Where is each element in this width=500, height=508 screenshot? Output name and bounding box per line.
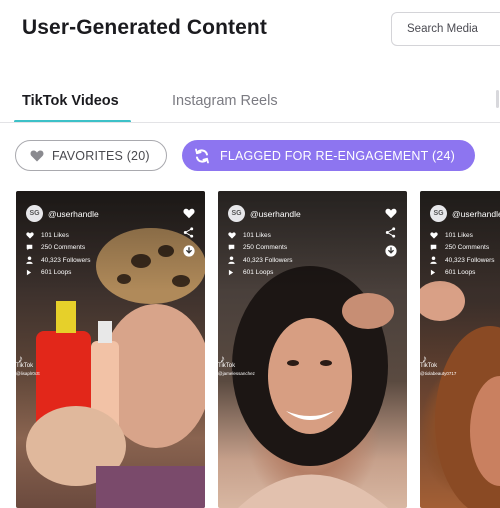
tab-instagram-reels[interactable]: Instagram Reels [172,93,278,109]
user-handle: @userhandle [452,209,500,219]
refresh-icon [194,148,210,164]
user-handle: @userhandle [48,209,99,219]
comments-stat: 250 Comments [430,242,495,255]
followers-stat: 40,323 Followers [26,254,91,267]
comment-icon [228,244,237,251]
heart-icon [26,232,35,239]
followers-stat: 40,323 Followers [228,254,293,267]
source-handle: @tiolabeauty0717 [420,371,457,376]
tiktok-icon: ♪ [220,354,225,365]
tiktok-watermark: ♪ TikTok @lisaplr0ctt [16,354,40,378]
tiktok-icon: ♪ [422,354,427,365]
loops-stat: 601 Loops [430,267,495,280]
user-icon [26,256,35,265]
platform-name: TikTok [218,363,236,369]
tab-scroll-edge [496,90,499,108]
flagged-filter-button[interactable]: FLAGGED FOR RE-ENGAGEMENT (24) [182,140,475,171]
user-icon [430,256,439,265]
favorites-filter-button[interactable]: FAVORITES (20) [15,140,167,171]
avatar: SG [430,205,447,222]
avatar: SG [228,205,245,222]
tiktok-watermark: ♪ TikTok @jamelessanchez [218,354,255,378]
flagged-label: FLAGGED FOR RE-ENGAGEMENT (24) [220,148,455,163]
likes-stat: 101 Likes [26,229,91,242]
download-icon[interactable] [385,244,399,258]
heart-icon[interactable] [183,206,197,220]
platform-name: TikTok [16,363,34,369]
heart-icon [228,232,237,239]
likes-stat: 101 Likes [430,229,495,242]
heart-icon [430,232,439,239]
play-icon [430,269,439,276]
search-input[interactable] [391,12,500,46]
page-title: User-Generated Content [22,16,267,39]
tab-tiktok-videos[interactable]: TikTok Videos [22,93,119,109]
video-card[interactable]: SG @userhandle 101 Likes 250 Comments 40… [16,191,205,508]
play-icon [228,269,237,276]
platform-name: TikTok [420,363,438,369]
video-card[interactable]: SG @userhandle 101 Likes 250 Comments 40… [218,191,407,508]
comment-icon [26,244,35,251]
share-icon[interactable] [385,225,399,239]
loops-stat: 601 Loops [26,267,91,280]
comments-stat: 250 Comments [26,242,91,255]
download-icon[interactable] [183,244,197,258]
followers-stat: 40,323 Followers [430,254,495,267]
user-icon [228,256,237,265]
avatar: SG [26,205,43,222]
play-icon [26,269,35,276]
comment-icon [430,244,439,251]
comments-stat: 250 Comments [228,242,293,255]
user-handle: @userhandle [250,209,301,219]
heart-icon [30,150,44,162]
video-card[interactable]: SG @userhandle 101 Likes 250 Comments 40… [420,191,500,508]
favorites-label: FAVORITES (20) [52,148,150,163]
source-handle: @jamelessanchez [218,371,255,376]
source-handle: @lisaplr0ctt [16,371,40,376]
likes-stat: 101 Likes [228,229,293,242]
tiktok-watermark: ♪ TikTok @tiolabeauty0717 [420,354,457,378]
share-icon[interactable] [183,225,197,239]
loops-stat: 601 Loops [228,267,293,280]
tiktok-icon: ♪ [18,354,23,365]
tab-bar: TikTok Videos Instagram Reels [0,88,500,124]
tab-divider [0,122,500,123]
heart-icon[interactable] [385,206,399,220]
